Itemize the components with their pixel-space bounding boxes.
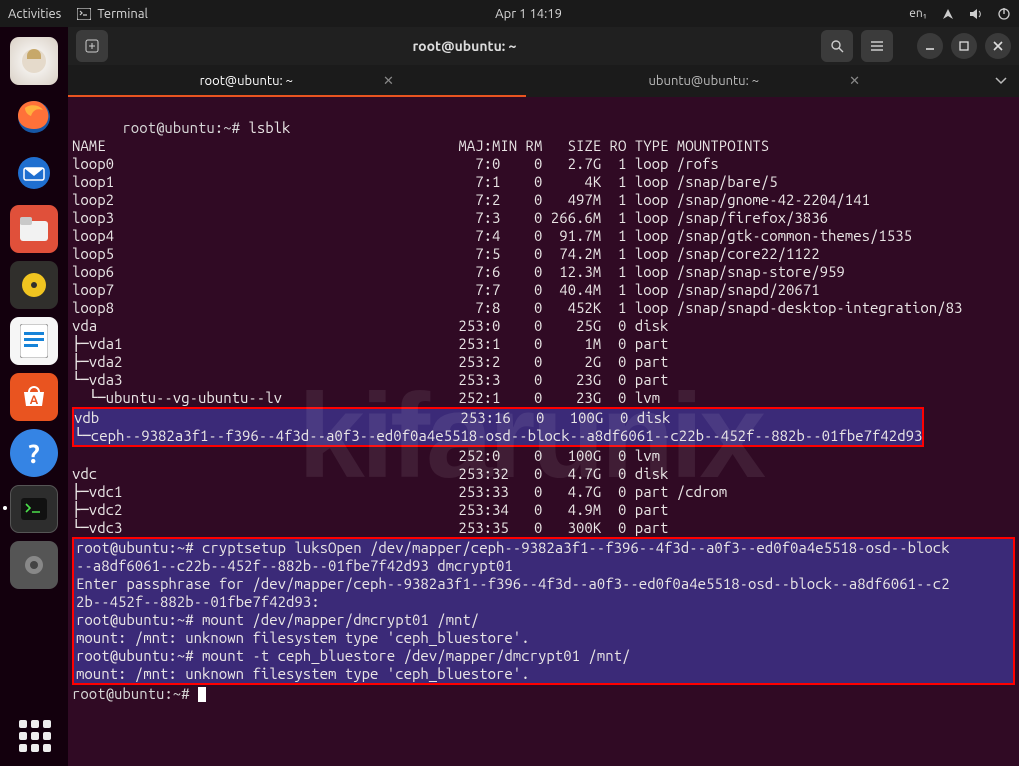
list-item: 252:0 0 100G 0 lvm: [72, 447, 677, 464]
terminal-icon[interactable]: [10, 485, 58, 533]
list-item: vda 253:0 0 25G 0 disk: [72, 317, 677, 334]
list-item: loop0 7:0 0 2.7G 1 loop /rofs: [72, 155, 719, 172]
list-item: vdc 253:32 0 4.7G 0 disk: [72, 465, 677, 482]
prompt: root@ubuntu:~#: [72, 685, 198, 702]
rhythmbox-icon[interactable]: [10, 261, 58, 309]
list-item: ├─vdc1 253:33 0 4.7G 0 part /cdrom: [72, 483, 727, 500]
search-button[interactable]: [821, 30, 853, 62]
window-title: root@ubuntu: ~: [108, 38, 821, 54]
list-item: loop3 7:3 0 266.6M 1 loop /snap/firefox/…: [72, 209, 828, 226]
nautilus-icon[interactable]: [10, 205, 58, 253]
highlight-vdb: vdb 253:16 0 100G 0 disk └─ceph--9382a3f…: [72, 407, 924, 447]
lsblk-header: NAME MAJ:MIN RM SIZE RO TYPE MOUNTPOINTS: [72, 137, 769, 154]
terminal-icon: [77, 8, 91, 20]
dock: A ?: [0, 27, 68, 766]
list-item: ├─vdc2 253:34 0 4.9M 0 part: [72, 501, 677, 518]
tab-menu[interactable]: [983, 65, 1019, 97]
highlight-commands: root@ubuntu:~# cryptsetup luksOpen /dev/…: [72, 537, 1015, 685]
help-icon[interactable]: ?: [10, 429, 58, 477]
list-item: loop1 7:1 0 4K 1 loop /snap/bare/5: [72, 173, 778, 190]
tab-ubuntu[interactable]: ubuntu@ubuntu: ~ ✕: [526, 65, 984, 97]
terminal-output[interactable]: kifarunixroot@ubuntu:~# lsblk NAME MAJ:M…: [68, 97, 1019, 766]
libreoffice-icon[interactable]: [10, 317, 58, 365]
lang-indicator[interactable]: en₁: [909, 7, 927, 20]
tab-root[interactable]: root@ubuntu: ~ ✕: [68, 65, 526, 97]
list-item: ├─vda2 253:2 0 2G 0 part: [72, 353, 677, 370]
command: lsblk: [248, 119, 290, 136]
new-tab-button[interactable]: [76, 30, 108, 62]
tab-close-icon[interactable]: ✕: [383, 74, 394, 89]
power-icon[interactable]: [997, 7, 1011, 21]
svg-text:A: A: [30, 394, 39, 407]
list-item: loop4 7:4 0 91.7M 1 loop /snap/gtk-commo…: [72, 227, 912, 244]
gnome-top-bar: Activities Terminal Apr 1 14:19 en₁: [0, 0, 1019, 27]
software-icon[interactable]: A: [10, 373, 58, 421]
tab-label: root@ubuntu: ~: [200, 74, 293, 88]
prompt: root@ubuntu:~#: [122, 119, 248, 136]
settings-icon[interactable]: [10, 541, 58, 589]
clock[interactable]: Apr 1 14:19: [148, 7, 909, 21]
list-item: └─vda3 253:3 0 23G 0 part: [72, 371, 677, 388]
terminal-tabbar: root@ubuntu: ~ ✕ ubuntu@ubuntu: ~ ✕: [68, 65, 1019, 97]
list-item: loop8 7:8 0 452K 1 loop /snap/snapd-desk…: [72, 299, 962, 316]
current-app[interactable]: Terminal: [77, 7, 148, 21]
list-item: loop5 7:5 0 74.2M 1 loop /snap/core22/11…: [72, 245, 820, 262]
window-titlebar: root@ubuntu: ~: [68, 27, 1019, 65]
cursor: [198, 687, 206, 702]
network-icon[interactable]: [941, 7, 955, 21]
current-app-label: Terminal: [97, 7, 148, 21]
minimize-button[interactable]: [917, 33, 943, 59]
files-icon[interactable]: [10, 37, 58, 85]
list-item: └─vdc3 253:35 0 300K 0 part: [72, 519, 677, 536]
thunderbird-icon[interactable]: [10, 149, 58, 197]
list-item: loop7 7:7 0 40.4M 1 loop /snap/snapd/206…: [72, 281, 820, 298]
list-item: loop2 7:2 0 497M 1 loop /snap/gnome-42-2…: [72, 191, 870, 208]
tab-label: ubuntu@ubuntu: ~: [649, 74, 760, 88]
menu-button[interactable]: [861, 30, 893, 62]
activities-button[interactable]: Activities: [8, 7, 61, 21]
maximize-button[interactable]: [951, 33, 977, 59]
tab-close-icon[interactable]: ✕: [849, 74, 860, 89]
show-applications[interactable]: [19, 720, 51, 752]
list-item: loop6 7:6 0 12.3M 1 loop /snap/snap-stor…: [72, 263, 845, 280]
firefox-icon[interactable]: [10, 93, 58, 141]
close-button[interactable]: [985, 33, 1011, 59]
volume-icon[interactable]: [969, 7, 983, 21]
list-item: └─ubuntu--vg-ubuntu--lv 252:1 0 23G 0 lv…: [72, 389, 677, 406]
list-item: ├─vda1 253:1 0 1M 0 part: [72, 335, 677, 352]
